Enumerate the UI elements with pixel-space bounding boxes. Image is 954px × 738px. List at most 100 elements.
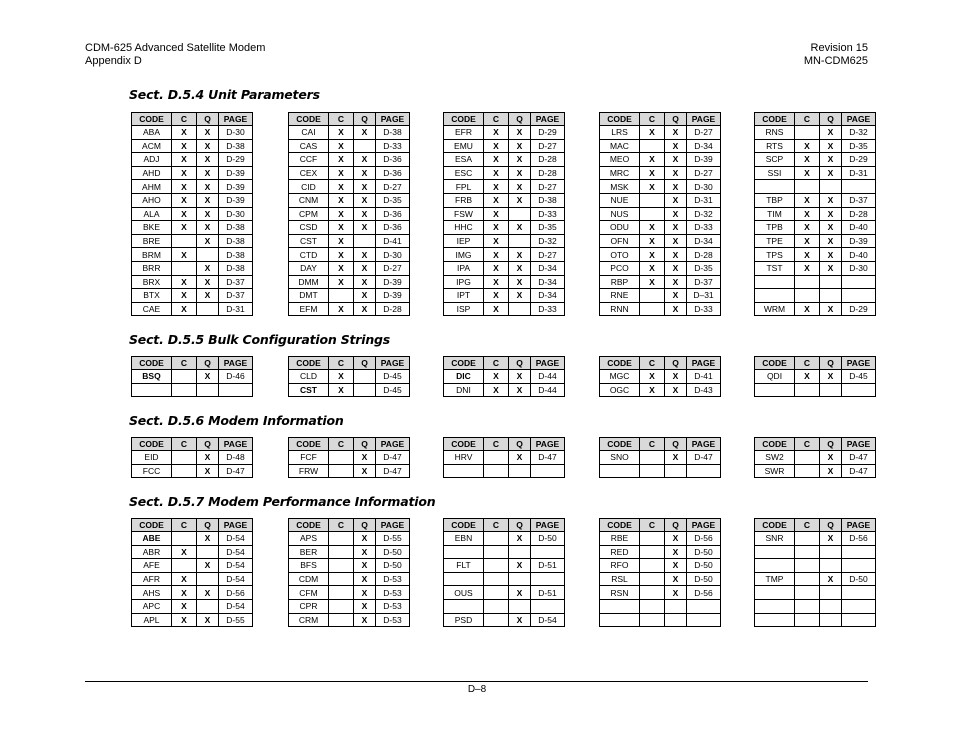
table-unit-parameters-4: CODE C Q PAGE LRS X X D-27 MAC X D-34 MEO X X D-39 MRC X…	[599, 112, 721, 317]
c-cell: X	[639, 247, 665, 262]
c-cell: X	[171, 288, 197, 303]
page-cell: D-29	[841, 152, 876, 167]
q-cell: X	[196, 260, 219, 276]
q-cell: X	[508, 612, 531, 628]
c-cell: X	[328, 369, 354, 384]
code-cell: SWR	[754, 463, 795, 479]
page-cell: D-50	[686, 558, 721, 573]
c-cell: X	[639, 152, 665, 167]
q-cell: X	[196, 450, 219, 465]
document-header-right: Revision 15 MN-CDM625	[804, 42, 868, 68]
q-cell: X	[508, 179, 531, 194]
code-cell: TPB	[754, 220, 795, 235]
table-row: CAE X D-31	[131, 301, 253, 317]
code-cell	[754, 612, 795, 628]
page-cell: D-30	[375, 247, 410, 262]
table-modem-performance-3: CODE C Q PAGE EBN X D-50 FLT X D-51 OUS X D-51 PSD X D-…	[443, 518, 565, 628]
table-row: IPT X X D-34	[443, 288, 565, 303]
column-header-c: C	[794, 112, 820, 126]
q-cell: X	[196, 531, 219, 546]
code-cell: RSN	[599, 585, 640, 600]
table-row: TPB X X D-40	[754, 220, 876, 235]
code-cell: BTX	[131, 288, 172, 303]
code-cell: FPL	[443, 179, 484, 194]
table-row: FSW X D-33	[443, 206, 565, 222]
c-cell: X	[794, 260, 820, 276]
c-cell	[794, 531, 820, 546]
column-header-code: CODE	[599, 356, 640, 370]
q-cell: X	[353, 152, 376, 167]
code-cell: BRR	[131, 260, 172, 276]
q-cell: X	[664, 450, 687, 465]
column-header-code: CODE	[443, 518, 484, 532]
table-row: AHM X X D-39	[131, 179, 253, 194]
q-cell: X	[353, 220, 376, 235]
c-cell	[639, 138, 665, 154]
c-cell	[171, 369, 197, 384]
c-cell: X	[328, 165, 354, 181]
table-row: CDM X D-53	[288, 571, 410, 587]
table-row: WRM X X D-29	[754, 301, 876, 317]
page-cell: D-33	[375, 138, 410, 154]
column-header-code: CODE	[443, 112, 484, 126]
revision-label: Revision 15	[810, 42, 868, 54]
q-cell	[196, 301, 219, 317]
column-header-q: Q	[819, 437, 842, 451]
q-cell	[508, 206, 531, 222]
table-row: FCF X D-47	[288, 450, 410, 465]
page-cell: D-56	[686, 585, 721, 600]
table-row: MRC X X D-27	[599, 165, 721, 181]
q-cell	[353, 138, 376, 154]
table-row: ACM X X D-38	[131, 138, 253, 154]
c-cell	[794, 558, 820, 573]
code-cell: NUE	[599, 192, 640, 208]
table-row: TST X X D-30	[754, 260, 876, 276]
code-cell	[754, 382, 795, 398]
q-cell	[196, 382, 219, 398]
c-cell	[483, 463, 509, 479]
page-cell: D-39	[218, 179, 253, 194]
page-cell: D-47	[841, 450, 876, 465]
page-cell: D-55	[375, 531, 410, 546]
table-row: ABA X X D-30	[131, 125, 253, 140]
c-cell: X	[483, 382, 509, 398]
column-header-code: CODE	[131, 518, 172, 532]
page-cell: D-29	[841, 301, 876, 317]
table-row: CNM X X D-35	[288, 192, 410, 208]
code-cell	[443, 571, 484, 587]
c-cell	[639, 598, 665, 614]
page-cell	[841, 612, 876, 628]
table-row: SNR X D-56	[754, 531, 876, 546]
document-title: CDM-625 Advanced Satellite Modem	[85, 42, 266, 54]
column-header-q: Q	[508, 518, 531, 532]
code-cell: MSK	[599, 179, 640, 194]
table-row	[754, 612, 876, 628]
page-cell: D-50	[686, 571, 721, 587]
page-cell: D-34	[686, 138, 721, 154]
c-cell: X	[639, 382, 665, 398]
column-header-c: C	[794, 518, 820, 532]
table-row: QDI X X D-45	[754, 369, 876, 384]
code-cell: FRW	[288, 463, 329, 479]
column-header-q: Q	[664, 356, 687, 370]
table-row: ABE X D-54	[131, 531, 253, 546]
column-header-q: Q	[196, 112, 219, 126]
q-cell: X	[664, 152, 687, 167]
table-row: RTS X X D-35	[754, 138, 876, 154]
q-cell: X	[819, 369, 842, 384]
code-cell: SNO	[599, 450, 640, 465]
column-header-c: C	[639, 112, 665, 126]
q-cell: X	[819, 233, 842, 249]
c-cell	[794, 612, 820, 628]
q-cell: X	[508, 125, 531, 140]
table-row: ISP X D-33	[443, 301, 565, 317]
q-cell: X	[819, 463, 842, 479]
table-row: TPE X X D-39	[754, 233, 876, 249]
q-cell	[664, 598, 687, 614]
page-cell	[530, 544, 565, 560]
column-header-c: C	[328, 112, 354, 126]
page-cell: D-29	[218, 152, 253, 167]
c-cell	[639, 450, 665, 465]
table-row: SSI X X D-31	[754, 165, 876, 181]
c-cell	[328, 612, 354, 628]
